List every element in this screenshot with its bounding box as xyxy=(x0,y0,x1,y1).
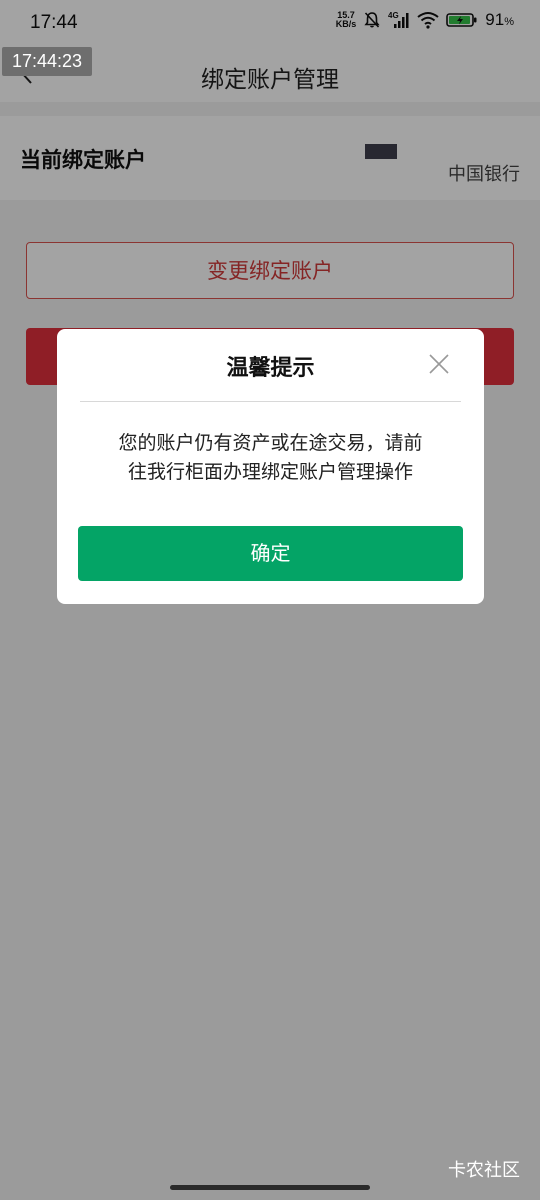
dialog-message-line-2: 往我行柜面办理绑定账户管理操作 xyxy=(127,461,413,483)
watermark: 卡农社区 xyxy=(448,1160,520,1181)
confirm-button[interactable]: 确定 xyxy=(78,526,463,581)
timestamp-overlay: 17:44:23 xyxy=(2,47,92,76)
dialog-message: 您的账户仍有资产或在途交易，请前 往我行柜面办理绑定账户管理操作 xyxy=(97,429,444,487)
close-icon[interactable] xyxy=(428,353,450,375)
dialog-message-line-1: 您的账户仍有资产或在途交易，请前 xyxy=(118,432,423,454)
dialog-title: 温馨提示 xyxy=(226,356,315,381)
home-indicator[interactable] xyxy=(170,1185,370,1190)
notice-dialog: 温馨提示 您的账户仍有资产或在途交易，请前 往我行柜面办理绑定账户管理操作 确定 xyxy=(57,329,484,604)
dialog-divider xyxy=(80,401,461,402)
